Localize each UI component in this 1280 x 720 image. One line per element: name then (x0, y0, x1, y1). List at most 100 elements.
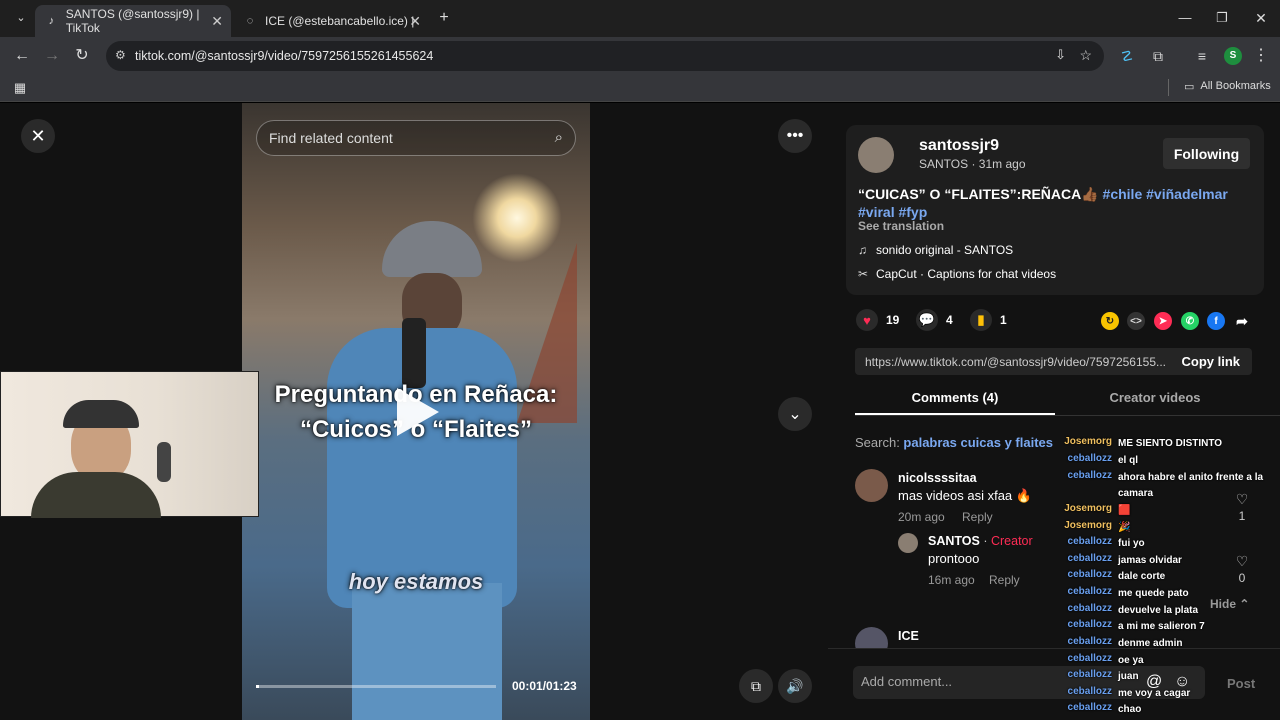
comment-icon: 💬 (916, 309, 938, 331)
maximize-icon[interactable]: ❐ (1212, 8, 1232, 28)
send-icon[interactable]: ➤ (1154, 312, 1172, 330)
tab-divider (855, 415, 1280, 416)
close-tab-icon[interactable]: ✕ (409, 13, 421, 30)
chat-message: denme admin (1118, 638, 1183, 649)
tab-comments[interactable]: Comments (4) (855, 390, 1055, 405)
minimize-icon[interactable]: — (1175, 8, 1195, 28)
chat-line: ceballozz oe ya (1058, 653, 1280, 669)
chat-message: devuelve la plata (1118, 605, 1199, 616)
share-arrow-icon[interactable]: ➦ (1233, 312, 1251, 330)
author-avatar[interactable] (858, 137, 894, 173)
profile-avatar[interactable]: S (1224, 47, 1242, 65)
music-note-icon: ♫ (858, 243, 867, 257)
capcut-label: CapCut · Captions for chat videos (876, 267, 1057, 281)
search-icon[interactable]: ⌕ (555, 129, 563, 146)
forward-icon[interactable]: → (42, 46, 62, 66)
hashtag[interactable]: #viral (858, 204, 895, 220)
sound-row[interactable]: ♫ sonido original - SANTOS (858, 243, 1013, 257)
repost-icon[interactable]: ↻ (1101, 312, 1119, 330)
creator-avatar[interactable] (898, 533, 918, 553)
all-bookmarks-label: All Bookmarks (1200, 80, 1271, 92)
person-cap (382, 221, 482, 277)
tab-santos[interactable]: ♪ SANTOS (@santossjr9) | TikTok ✕ (35, 5, 231, 37)
chat-message: chao (1118, 704, 1142, 715)
share-link-box: https://www.tiktok.com/@santossjr9/video… (855, 348, 1252, 375)
tab-ice[interactable]: ◌ ICE (@estebancabello.ice) | TikT ✕ (233, 5, 429, 37)
new-tab-icon[interactable]: + (434, 8, 454, 28)
apps-grid-icon[interactable]: ▦ (10, 78, 30, 98)
chat-username: ceballozz (1067, 536, 1112, 547)
reply-username[interactable]: SANTOS · Creator (928, 534, 1033, 548)
copy-link-button[interactable]: Copy link (1181, 354, 1240, 369)
next-video-chevron-icon[interactable]: ⌄ (778, 397, 812, 431)
like-count: 19 (886, 313, 900, 327)
extensions-puzzle-icon[interactable]: ⧉ (1148, 46, 1168, 66)
capcut-row[interactable]: ✂ CapCut · Captions for chat videos (858, 267, 1056, 281)
see-translation-link[interactable]: See translation (858, 219, 944, 233)
whatsapp-icon[interactable]: ✆ (1181, 312, 1199, 330)
browser-toolbar: ← → ↻ ⚙ tiktok.com/@santossjr9/video/759… (0, 37, 1280, 74)
chat-message: me voy a cagar (1118, 688, 1191, 699)
media-control-icon[interactable]: ≡ (1192, 46, 1212, 66)
tab-search-chevron-icon[interactable]: ⌄ (11, 8, 31, 28)
chat-line: ceballozz jamas olvidar (1058, 553, 1280, 569)
sound-label: sonido original - SANTOS (876, 243, 1014, 257)
more-options-icon[interactable]: ••• (778, 119, 812, 153)
search-prefix: Search: (855, 435, 904, 450)
post-caption: “CUICAS” O “FLAITES”:REÑACA👍🏾 #chile #vi… (858, 185, 1253, 221)
loading-icon: ◌ (246, 15, 254, 27)
reply-text: prontooo (928, 551, 980, 566)
address-bar[interactable]: ⚙ tiktok.com/@santossjr9/video/759725615… (106, 41, 1104, 71)
chat-username: ceballozz (1067, 669, 1112, 680)
chat-line: Josemorg 🟥 (1058, 503, 1280, 519)
close-tab-icon[interactable]: ✕ (211, 13, 223, 30)
heart-icon: ♥ (856, 309, 878, 331)
back-icon[interactable]: ← (12, 46, 32, 66)
chat-line: ceballozz denme admin (1058, 636, 1280, 652)
chat-line: ceballozz me quede pato (1058, 586, 1280, 602)
bookmark-icon: ▮ (970, 309, 992, 331)
like-stat[interactable]: ♥ 19 (856, 309, 899, 331)
chat-line: ceballozz devuelve la plata (1058, 603, 1280, 619)
embed-icon[interactable]: <> (1127, 312, 1145, 330)
person-legs (352, 583, 502, 720)
all-bookmarks[interactable]: ▭ All Bookmarks (1184, 80, 1271, 93)
menu-kebab-icon[interactable]: ⋮ (1251, 46, 1271, 66)
facebook-icon[interactable]: f (1207, 312, 1225, 330)
chat-username: ceballozz (1067, 586, 1112, 597)
hashtag[interactable]: #viñadelmar (1146, 186, 1228, 202)
bookmark-star-icon[interactable]: ☆ (1079, 47, 1092, 64)
share-link-text[interactable]: https://www.tiktok.com/@santossjr9/video… (865, 355, 1171, 369)
reply-link[interactable]: Reply (989, 573, 1020, 587)
tab-title: SANTOS (@santossjr9) | TikTok (65, 7, 200, 35)
tab-title: ICE (@estebancabello.ice) | TikT (265, 14, 415, 28)
close-video-icon[interactable]: ✕ (21, 119, 55, 153)
close-window-icon[interactable]: ✕ (1251, 8, 1271, 28)
following-button[interactable]: Following (1163, 138, 1250, 169)
volume-icon[interactable]: 🔊 (778, 669, 812, 703)
comment-search-suggestion[interactable]: Search: palabras cuicas y flaites (855, 435, 1053, 450)
commenter-avatar[interactable] (855, 469, 888, 502)
webcam-overlay (0, 371, 259, 518)
comment-username[interactable]: ICE (898, 629, 919, 643)
video-progress-bar[interactable] (256, 685, 496, 688)
tab-creator-videos[interactable]: Creator videos (1055, 390, 1255, 405)
author-username[interactable]: santossjr9 (919, 137, 999, 155)
video-player[interactable]: Find related content ⌕ Preguntando en Re… (242, 103, 590, 720)
site-info-icon[interactable]: ⚙ (115, 48, 126, 62)
reply-link[interactable]: Reply (962, 510, 993, 524)
chat-message: me quede pato (1118, 588, 1189, 599)
save-stat[interactable]: ▮ 1 (970, 309, 1007, 331)
hashtag[interactable]: #chile (1103, 186, 1143, 202)
chat-message: jamas olvidar (1118, 555, 1182, 566)
play-icon[interactable] (397, 388, 439, 436)
video-search-input[interactable]: Find related content ⌕ (256, 120, 576, 156)
hashtag[interactable]: #fyp (898, 204, 927, 220)
extension-icon[interactable]: ☡ (1117, 46, 1137, 66)
install-icon[interactable]: ⇩ (1055, 47, 1066, 63)
comment-username[interactable]: nicolssssitaa (898, 471, 977, 485)
reload-icon[interactable]: ↻ (72, 46, 92, 66)
bookmarks-bar: ▦ ▭ All Bookmarks (0, 74, 1280, 102)
comment-stat[interactable]: 💬 4 (916, 309, 953, 331)
floating-player-icon[interactable]: ⧉ (739, 669, 773, 703)
